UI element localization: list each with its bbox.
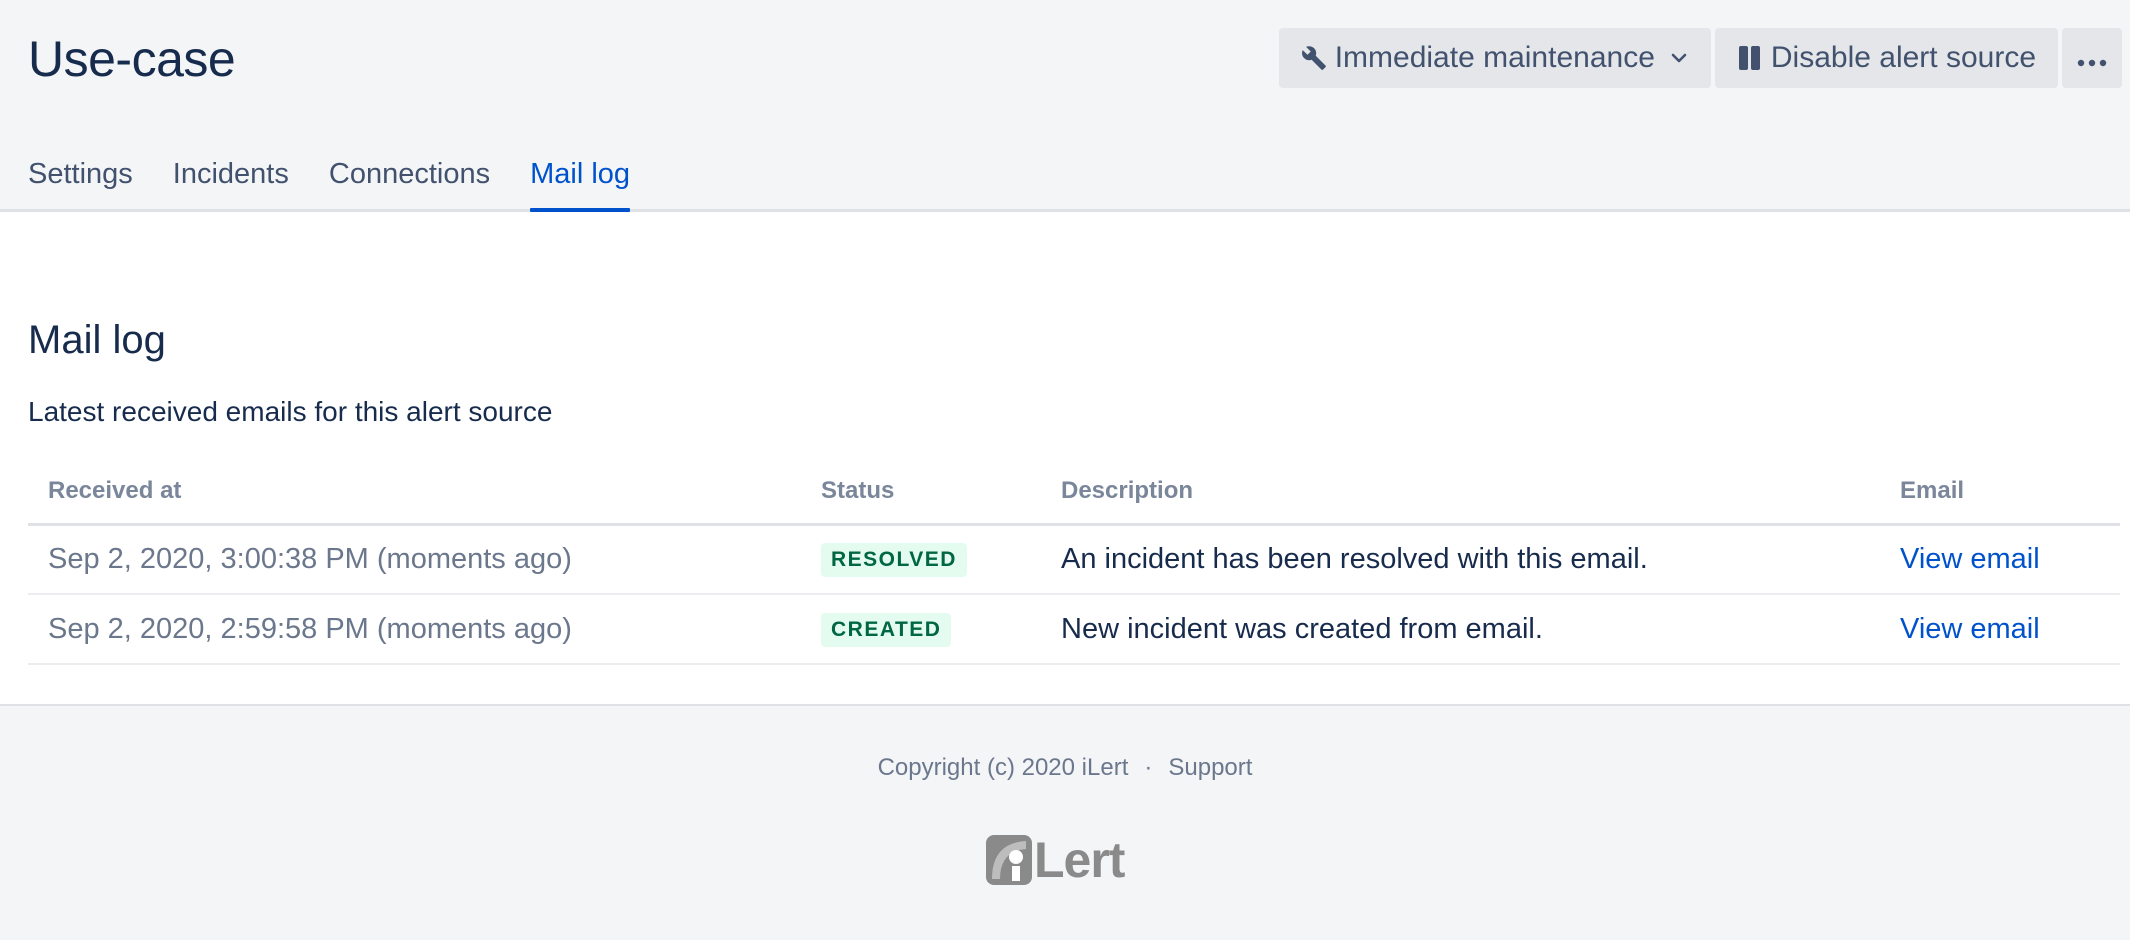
column-header-status[interactable]: Status <box>801 460 1041 526</box>
mail-log-table: Received at Status Description Email Sep… <box>28 460 2120 665</box>
received-at-cell: Sep 2, 2020, 3:00:38 PM (moments ago) <box>28 524 801 595</box>
tab-incidents[interactable]: Incidents <box>173 158 289 212</box>
description-cell: An incident has been resolved with this … <box>1041 524 1880 595</box>
header-actions: Immediate maintenance Disable alert sour… <box>1278 28 2122 88</box>
page-header: Use-case Immediate maintenance Disable a… <box>0 0 2130 212</box>
status-cell: CREATED <box>801 594 1041 665</box>
section-title: Mail log <box>28 318 166 362</box>
page-footer: Copyright (c) 2020 iLert · Support Lert <box>0 706 2130 940</box>
email-cell: View email <box>1880 524 2120 595</box>
footer-line: Copyright (c) 2020 iLert · Support <box>0 754 2130 782</box>
footer-separator: · <box>1144 754 1153 781</box>
column-header-description[interactable]: Description <box>1041 460 1880 526</box>
more-icon <box>2077 41 2107 75</box>
wrench-icon <box>1301 45 1327 71</box>
tab-mail-log[interactable]: Mail log <box>530 158 630 212</box>
main-content: Mail log Latest received emails for this… <box>0 212 2130 706</box>
ilert-logo: Lert <box>986 832 1166 888</box>
page-title: Use-case <box>28 31 236 87</box>
column-header-email[interactable]: Email <box>1880 460 2120 526</box>
logo-text: Lert <box>1034 832 1125 888</box>
table-row: Sep 2, 2020, 3:00:38 PM (moments ago) RE… <box>28 524 2120 595</box>
view-email-link[interactable]: View email <box>1900 613 2040 645</box>
copyright-text: Copyright (c) 2020 iLert <box>877 754 1129 781</box>
received-at-cell: Sep 2, 2020, 2:59:58 PM (moments ago) <box>28 594 801 665</box>
view-email-link[interactable]: View email <box>1900 543 2040 575</box>
tab-settings[interactable]: Settings <box>28 158 133 212</box>
table-row: Sep 2, 2020, 2:59:58 PM (moments ago) CR… <box>28 594 2120 665</box>
disable-alert-source-label: Disable alert source <box>1770 41 2036 74</box>
more-actions-button[interactable] <box>2062 28 2122 88</box>
description-cell: New incident was created from email. <box>1041 594 1880 665</box>
ilert-logo-icon <box>986 835 1032 885</box>
tab-connections[interactable]: Connections <box>329 158 490 212</box>
immediate-maintenance-label: Immediate maintenance <box>1334 41 1655 74</box>
pause-icon <box>1737 44 1763 72</box>
immediate-maintenance-button[interactable]: Immediate maintenance <box>1278 28 1711 88</box>
disable-alert-source-button[interactable]: Disable alert source <box>1714 28 2058 88</box>
status-badge: RESOLVED <box>821 543 967 578</box>
support-link[interactable]: Support <box>1168 754 1252 781</box>
section-description: Latest received emails for this alert so… <box>28 396 553 427</box>
column-header-received-at[interactable]: Received at <box>28 460 801 526</box>
table-header-row: Received at Status Description Email <box>28 460 2120 526</box>
chevron-down-icon <box>1669 48 1689 68</box>
status-cell: RESOLVED <box>801 524 1041 595</box>
status-badge: CREATED <box>821 613 952 647</box>
email-cell: View email <box>1880 594 2120 665</box>
tab-bar: Settings Incidents Connections Mail log <box>28 158 630 212</box>
